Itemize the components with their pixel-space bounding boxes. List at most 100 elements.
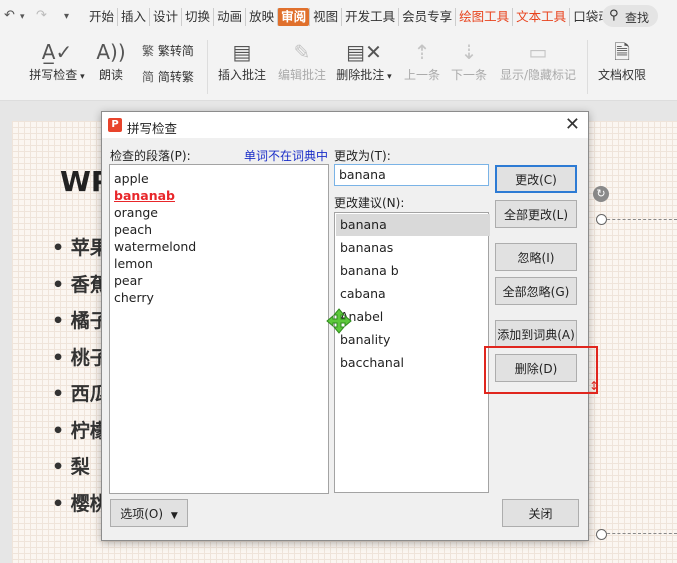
tab-9[interactable]: 会员专享: [398, 8, 455, 26]
prev-comment-label: 上一条: [403, 68, 440, 82]
prev-comment-button[interactable]: ⇡ 上一条: [401, 38, 443, 83]
paragraph-word: watermelond: [114, 239, 197, 254]
simp-to-trad-button[interactable]: 简 简转繁: [142, 68, 194, 85]
resize-handle[interactable]: [596, 214, 607, 225]
change-button[interactable]: 更改(C): [495, 165, 577, 193]
add-to-dictionary-button[interactable]: 添加到词典(A): [495, 320, 577, 348]
show-hide-marks-icon: ▭: [528, 40, 548, 64]
suggestion-item[interactable]: bananas: [336, 237, 490, 259]
tab-10[interactable]: 绘图工具: [455, 8, 512, 26]
simp-to-trad-icon: 简: [142, 70, 155, 84]
trad-to-simp-icon: 繁: [142, 44, 155, 58]
edit-comment-icon: ✎: [293, 40, 311, 64]
bullet-dot-icon: •: [52, 492, 71, 515]
delete-comment-button[interactable]: ▤✕ 删除批注 ▾: [334, 38, 394, 83]
search-icon: ⚲: [609, 8, 619, 23]
bullet-dot-icon: •: [52, 383, 71, 405]
doc-permission-label: 文档权限: [597, 68, 646, 82]
ribbon-separator: [207, 40, 208, 94]
change-to-input[interactable]: banana: [334, 164, 489, 186]
move-cursor-icon: [326, 308, 352, 334]
rotate-handle-icon[interactable]: ↻: [593, 186, 609, 202]
tab-6[interactable]: 审阅: [277, 8, 310, 26]
trad-to-simp-button[interactable]: 繁 繁转简: [142, 42, 194, 59]
spell-check-button[interactable]: A̲✓ 拼写检查 ▾: [26, 38, 88, 83]
bullet-text: 梨: [70, 456, 90, 478]
show-hide-marks-button[interactable]: ▭ 显示/隐藏标记: [496, 38, 580, 83]
paragraph-word: cherry: [114, 290, 154, 305]
paragraph-textbox[interactable]: apple bananab orange peach watermelond lemon p…: [109, 164, 329, 494]
paragraph-word: pear: [114, 273, 143, 288]
ignore-all-button[interactable]: 全部忽略(G): [495, 277, 577, 305]
read-aloud-button[interactable]: A)) 朗读: [94, 38, 128, 83]
menu-bar: ↶ ▾ ↷ ▾ 开始 插入 设计 切换 动画 放映 审阅 视图 开发工具 会员专享 绘图工具 文本工具…: [0, 0, 677, 34]
selection-border: [602, 219, 677, 220]
delete-comment-label: 删除批注: [336, 68, 385, 82]
suggestion-item[interactable]: banana: [336, 214, 490, 236]
tab-7[interactable]: 视图: [309, 8, 341, 26]
bullet-dot-icon: •: [52, 419, 71, 442]
paragraph-label: 检查的段落(P):: [110, 149, 191, 163]
dropdown-arrow-icon: ▼: [170, 511, 178, 521]
quick-access-dropdown-icon[interactable]: ▾: [64, 11, 69, 22]
spell-check-label: 拼写检查: [29, 68, 78, 82]
redo-icon[interactable]: ↷: [36, 8, 47, 23]
paragraph-word: peach: [114, 222, 153, 237]
selection-border: [602, 533, 677, 534]
ribbon-toolbar: A̲✓ 拼写检查 ▾ A)) 朗读 繁 繁转简 简 简转繁 ▤ 插入批注 ✎ 编…: [0, 34, 677, 101]
undo-icon[interactable]: ↶: [4, 8, 15, 23]
ribbon-separator: [587, 40, 588, 94]
show-hide-marks-label: 显示/隐藏标记: [499, 68, 577, 82]
suggestion-item[interactable]: Anabel: [336, 306, 490, 328]
dialog-title: 拼写检查: [127, 121, 178, 136]
paragraph-word: orange: [114, 205, 158, 220]
misspelled-word: bananab: [114, 188, 175, 203]
tab-1[interactable]: 插入: [117, 8, 149, 26]
doc-permission-icon: 🗎: [613, 40, 631, 64]
tab-8[interactable]: 开发工具: [341, 8, 398, 26]
doc-permission-button[interactable]: 🗎 文档权限: [594, 38, 650, 83]
insert-comment-label: 插入批注: [217, 68, 266, 82]
suggestions-list[interactable]: banana bananas banana b cabana Anabel banalit…: [334, 212, 490, 493]
bullet-dot-icon: •: [52, 346, 71, 369]
next-comment-icon: ⇣: [460, 40, 478, 64]
ignore-button[interactable]: 忽略(I): [495, 243, 577, 271]
bullet-dot-icon: •: [52, 310, 71, 332]
dialog-title-bar[interactable]: P 拼写检查 ✕: [102, 112, 588, 138]
suggestion-item[interactable]: banality: [336, 329, 490, 351]
insert-comment-icon: ▤: [232, 40, 252, 64]
edit-comment-button[interactable]: ✎ 编辑批注: [274, 38, 330, 83]
edit-comment-label: 编辑批注: [277, 68, 326, 82]
tab-4[interactable]: 动画: [213, 8, 245, 26]
tab-3[interactable]: 切换: [181, 8, 213, 26]
insert-comment-button[interactable]: ▤ 插入批注: [214, 38, 270, 83]
suggestion-item[interactable]: bacchanal: [336, 352, 490, 374]
spell-check-icon: A̲✓: [41, 40, 73, 64]
close-icon[interactable]: ✕: [565, 114, 580, 135]
delete-comment-icon: ▤✕: [346, 40, 382, 64]
simp-to-trad-label: 简转繁: [157, 70, 194, 84]
tab-5[interactable]: 放映: [245, 8, 277, 26]
close-button[interactable]: 关闭: [502, 499, 579, 527]
tab-0[interactable]: 开始: [86, 8, 117, 26]
prev-comment-icon: ⇡: [413, 40, 431, 64]
resize-handle[interactable]: [596, 529, 607, 540]
undo-dropdown-icon[interactable]: ▾: [20, 12, 25, 22]
options-label: 选项(O): [120, 507, 164, 521]
read-aloud-icon: A)): [96, 40, 126, 64]
suggestion-item[interactable]: banana b: [336, 260, 490, 282]
bullet-item[interactable]: • 梨: [52, 452, 90, 479]
next-comment-button[interactable]: ⇣ 下一条: [448, 38, 490, 83]
not-in-dict-label: 单词不在词典中: [244, 149, 329, 163]
search-label: 查找: [625, 11, 650, 25]
bullet-dot-icon: •: [52, 456, 71, 478]
ribbon-tabs: 开始插入设计切换动画放映审阅视图开发工具会员专享绘图工具文本工具口袋动›: [86, 8, 624, 26]
highlight-box: [484, 346, 598, 394]
suggestion-item[interactable]: cabana: [336, 283, 490, 305]
change-all-button[interactable]: 全部更改(L): [495, 200, 577, 228]
search-box[interactable]: ⚲ 查找: [602, 5, 658, 27]
options-button[interactable]: 选项(O) ▼: [110, 499, 188, 527]
paragraph-word: lemon: [114, 256, 153, 271]
tab-11[interactable]: 文本工具: [512, 8, 569, 26]
tab-2[interactable]: 设计: [149, 8, 181, 26]
